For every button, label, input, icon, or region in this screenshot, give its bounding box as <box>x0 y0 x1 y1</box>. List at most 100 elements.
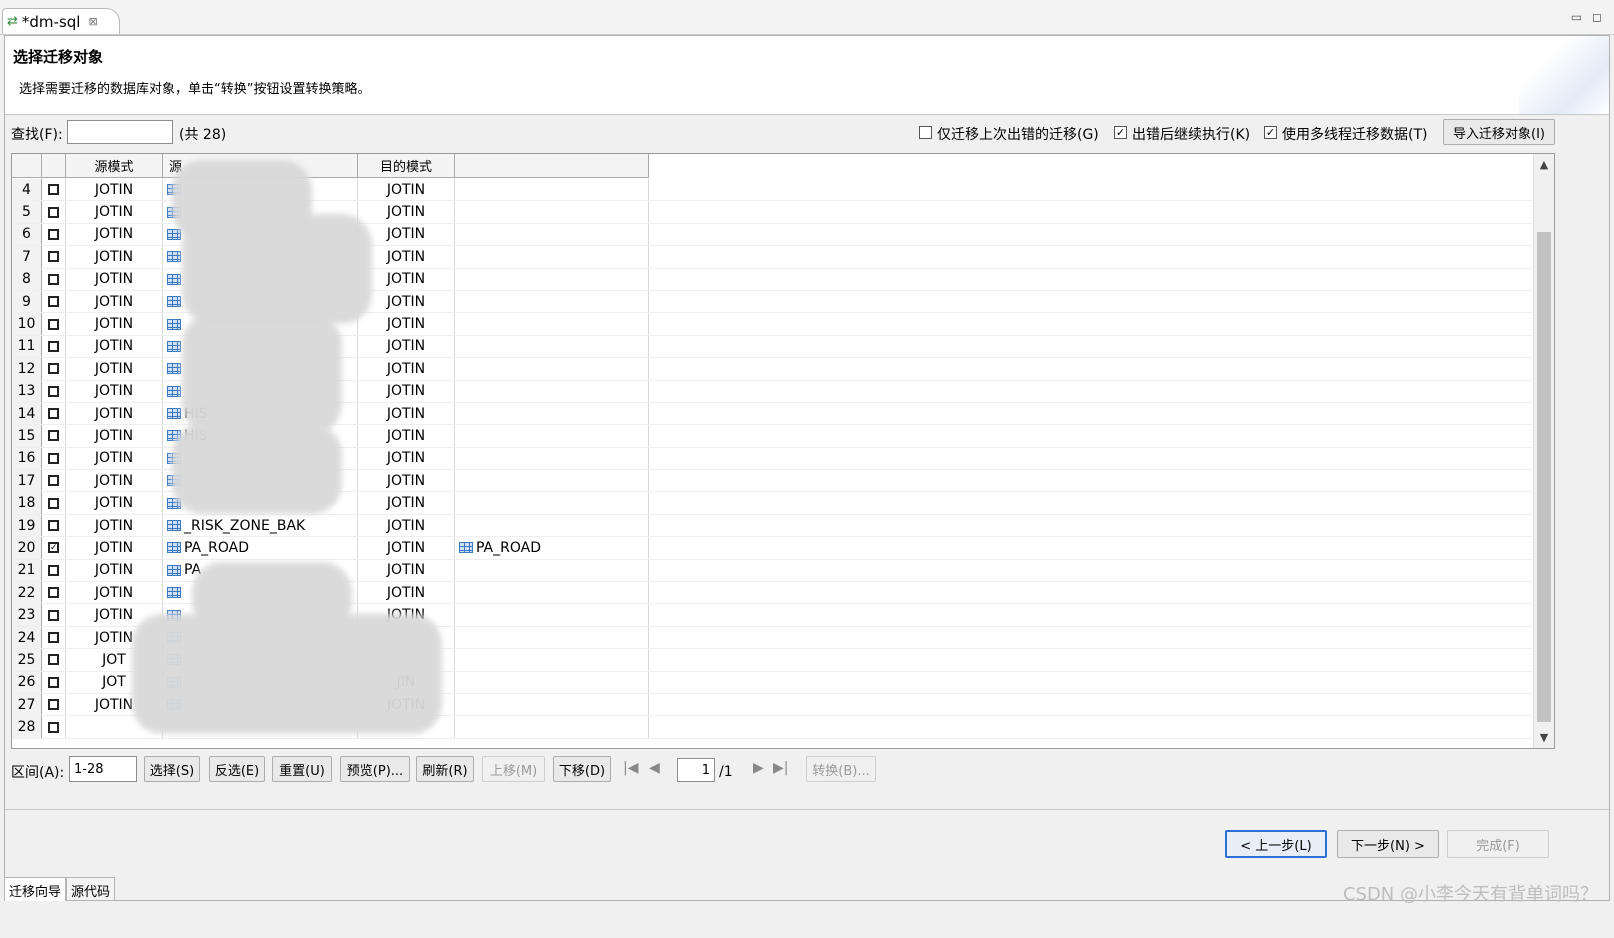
checkbox-icon[interactable] <box>48 296 59 308</box>
row-checkbox[interactable] <box>42 559 66 582</box>
page-input[interactable] <box>677 758 715 782</box>
row-checkbox[interactable] <box>42 604 66 626</box>
page-total: /1 <box>719 764 733 780</box>
checkbox-icon[interactable] <box>48 497 59 509</box>
checkbox-icon[interactable] <box>48 609 59 621</box>
checkbox-icon[interactable] <box>48 699 59 711</box>
wizard-panel: 选择迁移对象 选择需要迁移的数据库对象，单击“转换”按钮设置转换策略。 查找(F… <box>4 35 1610 901</box>
checkbox-icon[interactable]: ✓ <box>48 542 59 554</box>
header-dst-object[interactable] <box>455 154 649 178</box>
scroll-up-icon[interactable]: ▲ <box>1534 158 1554 171</box>
last-page-icon[interactable]: ▶| <box>773 760 788 776</box>
row-checkbox[interactable] <box>42 649 66 671</box>
reset-button[interactable]: 重置(U) <box>272 756 332 782</box>
checkbox-icon[interactable] <box>48 273 59 285</box>
row-checkbox[interactable] <box>42 201 66 223</box>
select-button[interactable]: 选择(S) <box>144 756 200 782</box>
checkbox-icon[interactable] <box>48 385 59 397</box>
finish-button[interactable]: 完成(F) <box>1447 830 1549 858</box>
checkbox-icon[interactable] <box>48 408 59 420</box>
row-checkbox[interactable] <box>42 693 66 716</box>
opt1-checkbox[interactable] <box>919 126 932 139</box>
src-schema-cell: JOTIN <box>66 492 163 514</box>
preview-button[interactable]: 预览(P)... <box>340 756 410 782</box>
row-checkbox[interactable] <box>42 514 66 537</box>
tab-source-code[interactable]: 源代码 <box>66 877 116 901</box>
row-checkbox[interactable] <box>42 223 66 246</box>
checkbox-icon[interactable] <box>48 587 59 599</box>
move-down-button[interactable]: 下移(D) <box>553 756 611 782</box>
row-checkbox[interactable] <box>42 425 66 447</box>
editor-tab[interactable]: ⇄ *dm-sql ⊠ <box>2 8 120 34</box>
row-number: 20 <box>12 537 42 559</box>
table-row[interactable]: 20 ✓ JOTIN PA_ROAD JOTIN PA_ROAD <box>12 537 1532 560</box>
next-step-button[interactable]: 下一步(N) > <box>1337 830 1439 858</box>
row-checkbox[interactable] <box>42 313 66 335</box>
checkbox-icon[interactable] <box>48 452 59 464</box>
find-input[interactable] <box>67 120 173 144</box>
dst-object-cell <box>455 402 649 425</box>
row-checkbox[interactable] <box>42 246 66 268</box>
prev-page-icon[interactable]: ◀ <box>649 760 660 776</box>
close-icon[interactable]: ⊠ <box>88 15 97 28</box>
dst-schema-cell: JOTIN <box>358 358 455 380</box>
dst-object-cell <box>455 514 649 537</box>
checkbox-icon[interactable] <box>48 430 59 442</box>
table-row[interactable]: 19 JOTIN _RISK_ZONE_BAK JOTIN <box>12 514 1532 538</box>
row-checkbox[interactable] <box>42 358 66 380</box>
refresh-button[interactable]: 刷新(R) <box>416 756 474 782</box>
row-checkbox[interactable] <box>42 716 66 738</box>
import-objects-button[interactable]: 导入迁移对象(I) <box>1443 119 1555 145</box>
checkbox-icon[interactable] <box>48 632 59 643</box>
checkbox-icon[interactable] <box>48 228 59 240</box>
checkbox-icon[interactable] <box>48 654 59 666</box>
opt2-checkbox[interactable]: ✓ <box>1114 126 1127 139</box>
move-up-button[interactable]: 上移(M) <box>482 756 545 782</box>
row-checkbox[interactable] <box>42 492 66 514</box>
row-number: 27 <box>12 693 42 716</box>
src-schema-cell: JOTIN <box>66 223 163 246</box>
tab-migration-wizard[interactable]: 迁移向导 <box>4 877 67 901</box>
invert-button[interactable]: 反选(E) <box>209 756 265 782</box>
checkbox-icon[interactable] <box>48 475 59 487</box>
row-checkbox[interactable] <box>42 402 66 425</box>
checkbox-icon[interactable] <box>48 318 59 330</box>
prev-step-button[interactable]: < 上一步(L) <box>1225 830 1327 858</box>
opt3-checkbox[interactable]: ✓ <box>1264 126 1277 139</box>
row-checkbox[interactable] <box>42 335 66 358</box>
scroll-thumb[interactable] <box>1537 232 1551 722</box>
next-page-icon[interactable]: ▶ <box>753 760 764 776</box>
checkbox-icon[interactable] <box>48 564 59 576</box>
maximize-icon[interactable]: ◻ <box>1592 10 1602 24</box>
row-checkbox[interactable] <box>42 290 66 313</box>
range-input[interactable] <box>69 756 137 782</box>
checkbox-icon[interactable] <box>48 184 59 196</box>
row-checkbox[interactable] <box>42 268 66 290</box>
row-checkbox[interactable] <box>42 447 66 470</box>
checkbox-icon[interactable] <box>48 676 59 688</box>
header-dst-schema[interactable]: 目的模式 <box>358 154 455 178</box>
convert-button[interactable]: 转换(B)... <box>806 756 876 782</box>
header-src-schema[interactable]: 源模式 <box>66 154 163 178</box>
minimize-icon[interactable]: ▭ <box>1571 10 1582 24</box>
checkbox-icon[interactable] <box>48 251 59 263</box>
checkbox-icon[interactable] <box>48 340 59 352</box>
row-checkbox[interactable] <box>42 671 66 693</box>
first-page-icon[interactable]: |◀ <box>623 760 638 776</box>
row-checkbox[interactable] <box>42 380 66 402</box>
empty-cell <box>649 560 1532 581</box>
row-checkbox[interactable] <box>42 626 66 649</box>
row-checkbox[interactable] <box>42 582 66 604</box>
checkbox-icon[interactable] <box>48 721 59 733</box>
row-checkbox[interactable]: ✓ <box>42 537 66 559</box>
checkbox-icon[interactable] <box>48 520 59 532</box>
table-icon <box>167 296 181 308</box>
scroll-down-icon[interactable]: ▼ <box>1534 731 1554 744</box>
dst-object-cell <box>455 313 649 335</box>
row-checkbox[interactable] <box>42 470 66 492</box>
row-checkbox[interactable] <box>42 179 66 201</box>
table-scrollbar[interactable]: ▲ ▼ <box>1533 154 1554 748</box>
checkbox-icon[interactable] <box>48 206 59 218</box>
bottom-tab-bar: 迁移向导 源代码 <box>4 877 116 901</box>
checkbox-icon[interactable] <box>48 363 59 375</box>
